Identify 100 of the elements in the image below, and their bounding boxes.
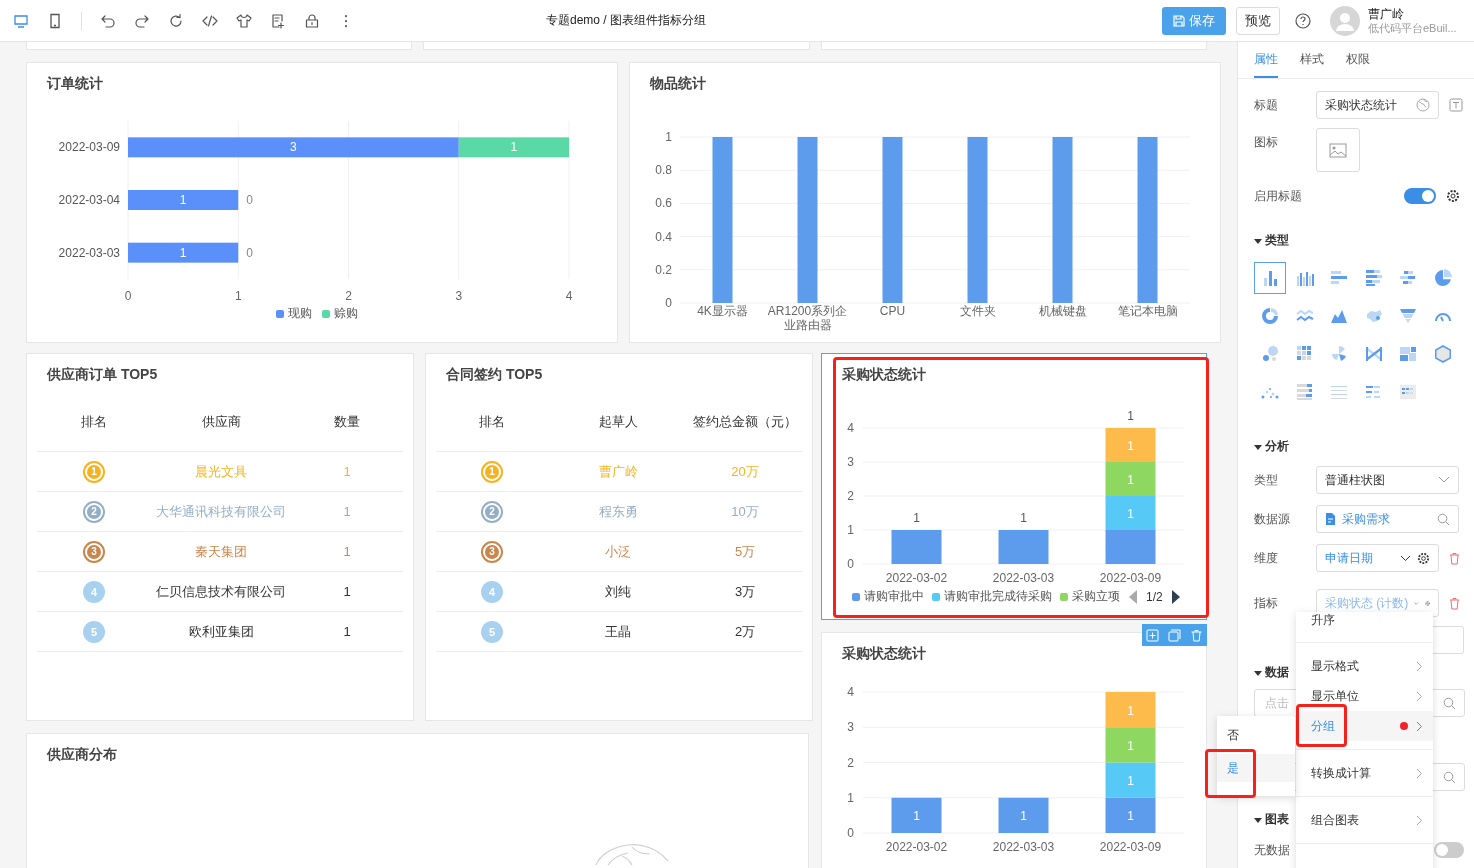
rank-badge: 5 bbox=[481, 620, 503, 643]
axis-label: 机械键盘 bbox=[1038, 304, 1087, 320]
bar-value-label: 1 bbox=[510, 140, 518, 155]
bar-value-label: 1 bbox=[1020, 511, 1027, 525]
axis-label: 4K显示器 bbox=[697, 304, 748, 320]
axis-label: 2 bbox=[847, 489, 854, 503]
card-title: 合同签约 TOP5 bbox=[446, 365, 543, 384]
field-label: 类型 bbox=[1254, 471, 1279, 489]
table-cell-text: 欧利亚集团 bbox=[187, 623, 255, 641]
rank-badge: 2 bbox=[83, 500, 105, 523]
axis-label: 0 bbox=[124, 289, 132, 303]
section-title: 分析 bbox=[1265, 438, 1289, 455]
axis-label: 1 bbox=[847, 523, 854, 537]
user-subtitle: 低代码平台eBuil... bbox=[1368, 20, 1458, 35]
bar-value-label: 1 bbox=[179, 245, 187, 260]
table-cell-text: 10万 bbox=[731, 503, 759, 521]
axis-label: 2022-03-09 bbox=[58, 140, 120, 155]
rank-badge: 5 bbox=[83, 620, 105, 643]
axis-label: 3 bbox=[847, 720, 854, 735]
axis-label: 2022-03-09 bbox=[1099, 840, 1162, 854]
table-cell-text: 1 bbox=[343, 543, 351, 561]
card-title: 供应商分布 bbox=[47, 745, 117, 764]
field-label: 启用标题 bbox=[1254, 187, 1303, 205]
rank-badge: 1 bbox=[481, 460, 503, 483]
axis-label: 1 bbox=[234, 289, 242, 303]
table-cell-text: 王晶 bbox=[604, 623, 632, 641]
bar-value-label: 1 bbox=[913, 511, 920, 525]
rank-badge: 1 bbox=[83, 460, 105, 483]
rank-badge: 3 bbox=[481, 540, 503, 563]
bar-value-label: 1 bbox=[1127, 774, 1134, 789]
field-label: 标题 bbox=[1254, 96, 1279, 114]
card-title: 采购状态统计 bbox=[842, 365, 926, 384]
rank-badge: 3 bbox=[83, 540, 105, 563]
table-cell-text: 刘纯 bbox=[604, 583, 632, 601]
axis-label: 笔记本电脑 bbox=[1117, 304, 1178, 320]
bar-value-label: 1 bbox=[913, 809, 920, 824]
column-header: 签约总金额（元） bbox=[693, 412, 797, 431]
axis-label: 0 bbox=[665, 296, 672, 307]
card-title: 采购状态统计 bbox=[842, 644, 926, 663]
bar-value-label: 0 bbox=[246, 193, 253, 207]
axis-label: 4 bbox=[847, 685, 854, 699]
axis-label: 2022-03-02 bbox=[885, 571, 948, 585]
bar-value-label: 1 bbox=[179, 193, 187, 207]
section-title: 类型 bbox=[1265, 232, 1289, 249]
table-cell-text: 1 bbox=[343, 623, 351, 641]
axis-label: 0.8 bbox=[655, 163, 672, 178]
field-label: 数据源 bbox=[1254, 510, 1291, 528]
rank-badge: 2 bbox=[481, 500, 503, 523]
axis-label: 2022-03-03 bbox=[58, 245, 120, 260]
bar-value-label: 3 bbox=[290, 140, 297, 155]
section-title: 数据 bbox=[1265, 664, 1289, 681]
table-cell-text: 1 bbox=[343, 503, 351, 521]
axis-label: 0 bbox=[847, 557, 854, 571]
axis-label: 2022-03-02 bbox=[885, 840, 948, 854]
axis-label: AR1200系列企业路由器 bbox=[766, 304, 849, 332]
axis-label: 2 bbox=[345, 289, 352, 303]
table-cell-text: 1 bbox=[343, 463, 351, 481]
table-cell-text: 20万 bbox=[731, 463, 759, 481]
bar-value-label: 1 bbox=[1127, 473, 1134, 487]
card-title: 供应商订单 TOP5 bbox=[47, 365, 158, 384]
axis-label: 0 bbox=[847, 826, 854, 840]
table-cell-text: 曹广岭 bbox=[597, 463, 639, 481]
axis-label: 0.4 bbox=[655, 229, 672, 244]
page-title: 专题demo / 图表组件指标分组 bbox=[546, 13, 707, 27]
user-name: 曹广岭 bbox=[1368, 6, 1405, 21]
section-title: 图表 bbox=[1265, 811, 1289, 828]
table-cell-text: 1 bbox=[343, 583, 351, 601]
axis-label: 2022-03-03 bbox=[992, 571, 1055, 585]
axis-label: 0.2 bbox=[655, 262, 672, 277]
axis-label: 1 bbox=[847, 790, 854, 805]
column-header: 数量 bbox=[334, 412, 360, 431]
table-cell-text: 秦天集团 bbox=[194, 543, 248, 561]
table-cell-text: 大华通讯科技有限公司 bbox=[155, 503, 287, 521]
axis-label: 2022-03-09 bbox=[1099, 571, 1162, 585]
field-label: 指标 bbox=[1254, 594, 1279, 612]
axis-label: 0.6 bbox=[655, 196, 672, 211]
table-cell-text: 晨光文具 bbox=[194, 463, 248, 481]
field-label: 维度 bbox=[1254, 549, 1279, 567]
bar-value-label: 1 bbox=[1127, 507, 1134, 521]
axis-label: 4 bbox=[847, 421, 854, 435]
card-title: 订单统计 bbox=[47, 74, 103, 93]
axis-label: CPU bbox=[879, 304, 906, 320]
bar-value-label: 1 bbox=[1127, 409, 1134, 423]
bar-value-label: 0 bbox=[246, 245, 253, 260]
rank-badge: 4 bbox=[83, 580, 105, 603]
column-header: 排名 bbox=[81, 412, 107, 431]
table-cell-text: 程东勇 bbox=[597, 503, 639, 521]
axis-label: 文件夹 bbox=[959, 304, 996, 320]
axis-label: 2022-03-03 bbox=[992, 840, 1055, 854]
axis-label: 3 bbox=[847, 455, 854, 469]
column-header: 供应商 bbox=[201, 412, 241, 431]
axis-label: 3 bbox=[455, 289, 463, 303]
rank-badge: 4 bbox=[481, 580, 503, 603]
field-label: 图标 bbox=[1254, 134, 1279, 151]
axis-label: 2 bbox=[847, 755, 854, 770]
bar-value-label: 1 bbox=[1127, 703, 1134, 718]
legend-page: 1/2 bbox=[1146, 589, 1163, 604]
card-title: 物品统计 bbox=[650, 74, 706, 93]
table-cell-text: 5万 bbox=[734, 543, 756, 561]
table-cell-text: 3万 bbox=[734, 583, 756, 601]
